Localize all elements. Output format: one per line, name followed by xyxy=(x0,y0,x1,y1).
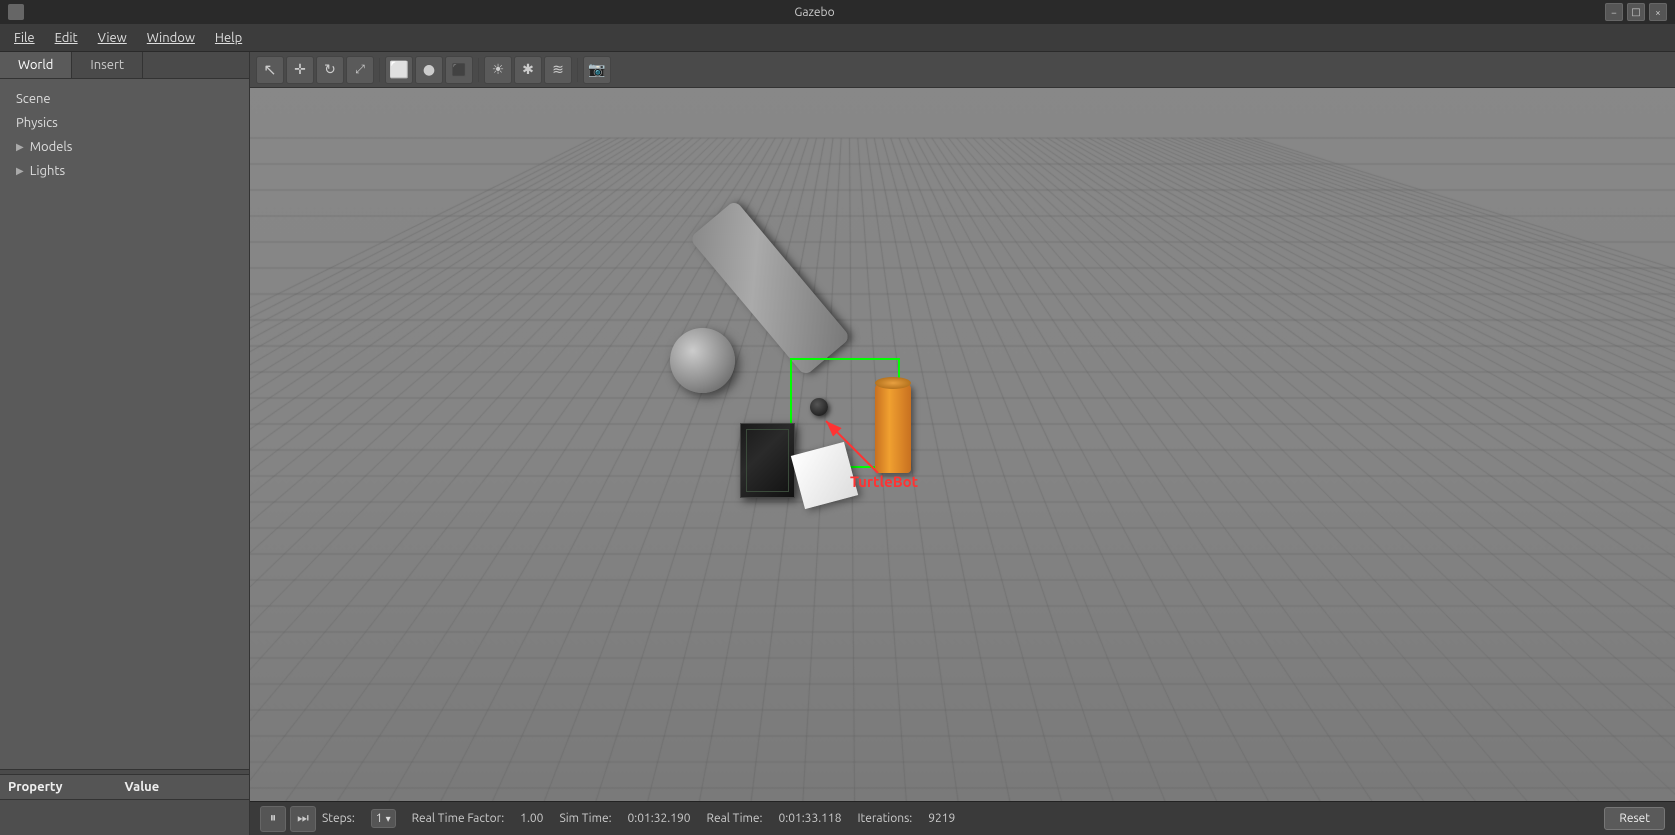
titlebar-controls: − □ × xyxy=(1605,3,1667,21)
toolbar-sep-2 xyxy=(478,58,479,82)
main-layout: World Insert Scene Physics ▶ Models ▶ Li… xyxy=(0,52,1675,835)
scene-grid xyxy=(250,88,1675,801)
tree-item-scene-label: Scene xyxy=(16,92,51,106)
titlebar: Gazebo − □ × xyxy=(0,0,1675,24)
tree-item-physics-label: Physics xyxy=(16,116,58,130)
edit-menu[interactable]: Edit xyxy=(45,27,88,49)
point-light-button[interactable]: ☀ xyxy=(484,56,512,84)
property-table: Property Value xyxy=(0,775,249,835)
tree-item-models[interactable]: ▶ Models xyxy=(0,135,249,159)
maximize-button[interactable]: □ xyxy=(1627,3,1645,21)
statusbar: ⏸ ⏭ Steps: 1 Real Time Factor: 1.00 Sim … xyxy=(250,801,1675,835)
world-tree: Scene Physics ▶ Models ▶ Lights xyxy=(0,79,249,769)
tab-insert[interactable]: Insert xyxy=(72,52,143,78)
sim-time-label: Sim Time: xyxy=(559,812,611,825)
iterations-value: 9219 xyxy=(928,812,955,825)
minimize-button[interactable]: − xyxy=(1605,3,1623,21)
tree-item-models-label: Models xyxy=(30,140,73,154)
box-shape-button[interactable]: ⬜ xyxy=(385,56,413,84)
window-menu[interactable]: Window xyxy=(137,27,205,49)
reset-button[interactable]: Reset xyxy=(1604,807,1665,830)
menubar: File Edit View Window Help xyxy=(0,24,1675,52)
select-tool-button[interactable]: ↖ xyxy=(256,56,284,84)
translate-tool-button[interactable]: ✛ xyxy=(286,56,314,84)
real-time-value: 0:01:33.118 xyxy=(778,812,841,825)
step-forward-icon: ⏭ xyxy=(297,811,309,826)
sphere-shape-button[interactable]: ● xyxy=(415,56,443,84)
titlebar-icon xyxy=(8,4,24,20)
view-menu[interactable]: View xyxy=(88,27,137,49)
steps-dropdown[interactable]: 1 xyxy=(371,809,396,828)
real-time-factor-value: 1.00 xyxy=(520,812,543,825)
step-forward-button[interactable]: ⏭ xyxy=(290,806,316,832)
toolbar: ↖ ✛ ↻ ⤢ ⬜ ● ⬛ ☀ ✱ ≋ 📷 xyxy=(250,52,1675,88)
models-expand-arrow: ▶ xyxy=(16,141,24,153)
lights-expand-arrow: ▶ xyxy=(16,165,24,177)
sim-time-value: 0:01:32.190 xyxy=(628,812,691,825)
tree-item-lights[interactable]: ▶ Lights xyxy=(0,159,249,183)
screenshot-button[interactable]: 📷 xyxy=(583,56,611,84)
left-panel: World Insert Scene Physics ▶ Models ▶ Li… xyxy=(0,52,250,835)
property-col-header: Property xyxy=(8,780,125,794)
pause-button[interactable]: ⏸ xyxy=(260,806,286,832)
scene-object-dark-box[interactable] xyxy=(740,423,795,498)
value-col-header: Value xyxy=(125,780,242,794)
cylinder-shape-button[interactable]: ⬛ xyxy=(445,56,473,84)
tab-bar: World Insert xyxy=(0,52,249,79)
viewport: ↖ ✛ ↻ ⤢ ⬜ ● ⬛ ☀ ✱ ≋ 📷 xyxy=(250,52,1675,835)
close-button[interactable]: × xyxy=(1649,3,1667,21)
tree-item-physics[interactable]: Physics xyxy=(0,111,249,135)
tree-item-lights-label: Lights xyxy=(30,164,65,178)
tab-world[interactable]: World xyxy=(0,52,72,78)
directional-light-button[interactable]: ≋ xyxy=(544,56,572,84)
pause-icon: ⏸ xyxy=(270,811,277,826)
real-time-factor-label: Real Time Factor: xyxy=(412,812,505,825)
toolbar-sep-3 xyxy=(577,58,578,82)
3d-scene[interactable]: TurtleBot xyxy=(250,88,1675,801)
spot-light-button[interactable]: ✱ xyxy=(514,56,542,84)
toolbar-sep-1 xyxy=(379,58,380,82)
scene-object-sphere[interactable] xyxy=(670,328,735,393)
turtlebot-label: TurtleBot xyxy=(850,473,918,490)
steps-label: Steps: xyxy=(322,812,355,825)
help-menu[interactable]: Help xyxy=(205,27,252,49)
file-menu[interactable]: File xyxy=(4,27,45,49)
iterations-label: Iterations: xyxy=(857,812,912,825)
tree-item-scene[interactable]: Scene xyxy=(0,87,249,111)
real-time-label: Real Time: xyxy=(707,812,763,825)
titlebar-title: Gazebo xyxy=(24,6,1605,19)
rotate-tool-button[interactable]: ↻ xyxy=(316,56,344,84)
property-header: Property Value xyxy=(0,775,249,800)
scale-tool-button[interactable]: ⤢ xyxy=(346,56,374,84)
